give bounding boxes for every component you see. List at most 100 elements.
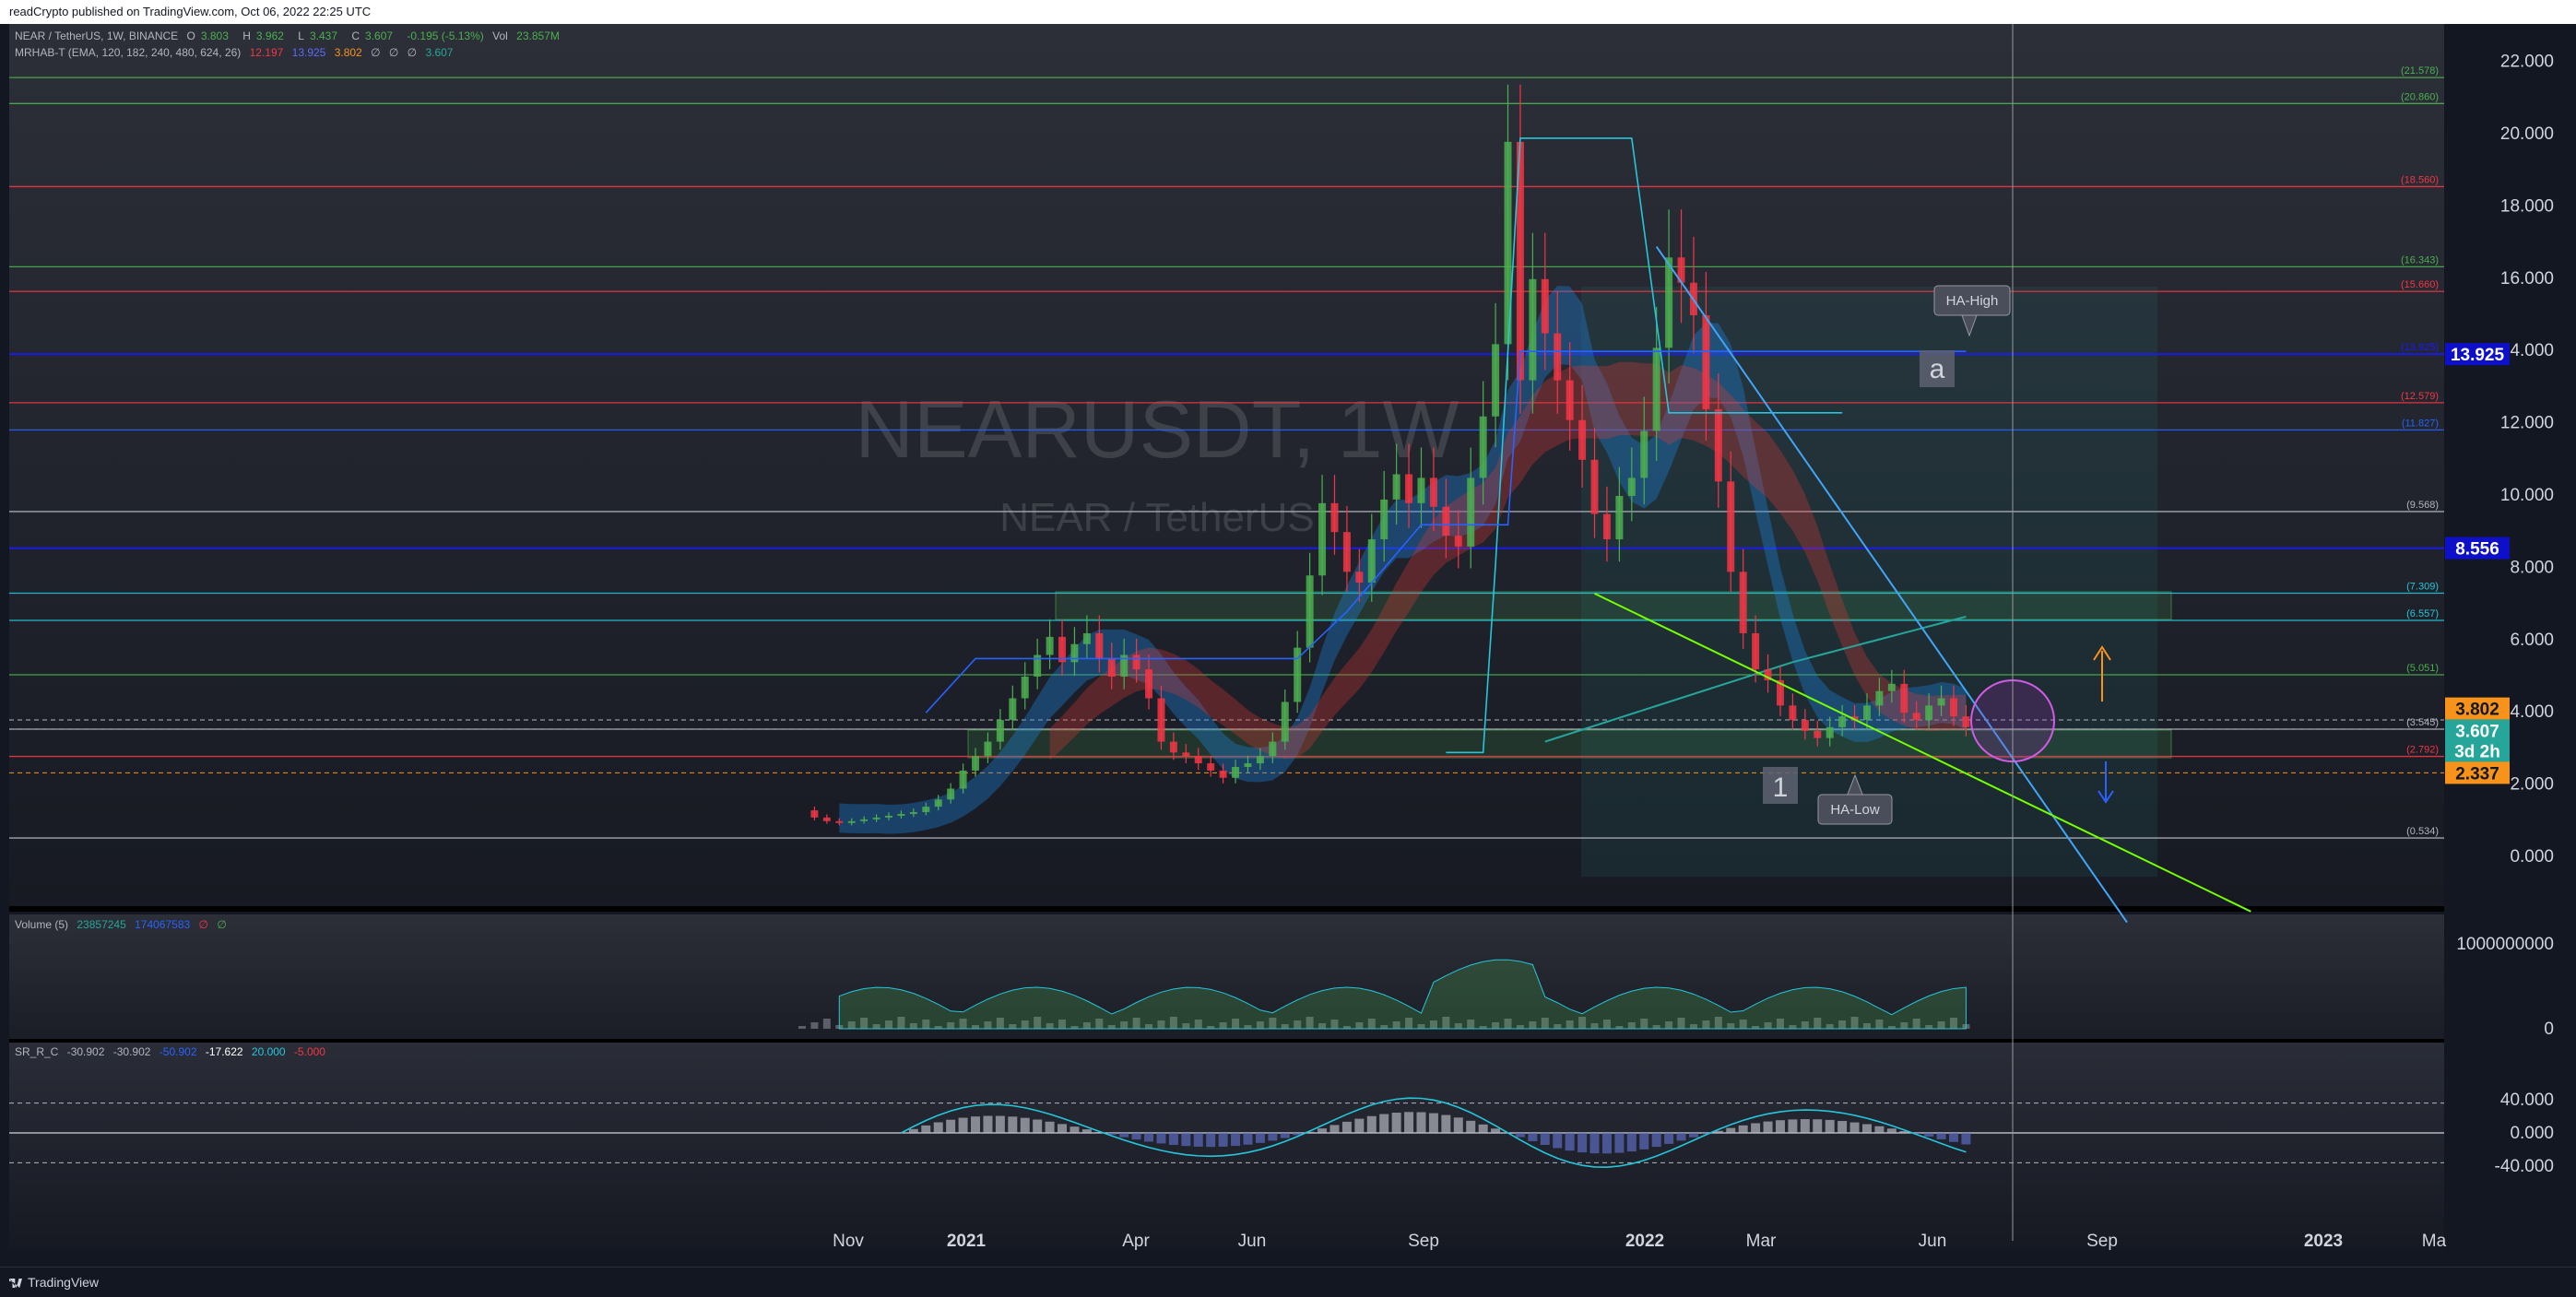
osc-histogram-bar	[1850, 1123, 1860, 1133]
time-tick-label: 2021	[947, 1232, 987, 1251]
volume-legend[interactable]: Volume (5) 23857245 174067583 ∅ ∅	[15, 918, 232, 931]
candle-body	[1343, 532, 1351, 572]
level-label: (6.557)	[2406, 608, 2439, 619]
osc-legend-v1: -30.902	[67, 1045, 105, 1058]
volume-legend-name: Volume (5)	[15, 918, 68, 931]
candle-body	[1282, 702, 1289, 741]
osc-histogram-bar	[1491, 1128, 1500, 1133]
candle-body	[1752, 633, 1759, 669]
osc-histogram-bar	[1639, 1133, 1648, 1150]
price-badge-label: 8.556	[2455, 540, 2499, 560]
candle-body	[897, 814, 904, 816]
candle-body	[1244, 763, 1251, 767]
level-label: (7.309)	[2406, 581, 2439, 592]
osc-histogram-bar	[1776, 1120, 1785, 1133]
osc-legend-v2: -30.902	[113, 1045, 151, 1058]
volume-bar	[823, 1019, 831, 1029]
indicator-value-3: 3.802	[335, 46, 362, 59]
candle-body	[1157, 699, 1164, 742]
level-label: (5.051)	[2406, 663, 2439, 674]
time-tick-label: Ma	[2422, 1232, 2447, 1251]
price-tick-label: 4.000	[2510, 702, 2554, 722]
osc-histogram-bar	[1566, 1133, 1575, 1150]
indicator-value-4: ∅	[371, 46, 380, 59]
osc-histogram-bar	[921, 1126, 930, 1133]
osc-histogram-bar	[1578, 1133, 1587, 1152]
legend-vol: Vol 23.857M	[492, 29, 565, 42]
osc-histogram-bar	[1837, 1121, 1847, 1133]
candle-body	[1220, 771, 1227, 778]
candle-body	[1950, 699, 1957, 717]
osc-histogram-bar	[1813, 1119, 1822, 1133]
price-badge-label: 3.802	[2455, 701, 2499, 720]
candle-body	[810, 810, 818, 818]
candle-body	[873, 818, 880, 819]
price-badge-label: 3d 2h	[2454, 743, 2500, 762]
candle-body	[1170, 742, 1177, 753]
osc-histogram-bar	[1664, 1133, 1673, 1144]
level-label: (20.860)	[2401, 91, 2439, 102]
label-1: 1	[1773, 772, 1789, 803]
candle-body	[1095, 633, 1103, 658]
osc-histogram-bar	[1021, 1118, 1030, 1133]
osc-histogram-bar	[1429, 1114, 1438, 1133]
osc-histogram-bar	[1156, 1133, 1165, 1143]
indicator-legend[interactable]: MRHAB-T (EMA, 120, 182, 240, 480, 624, 2…	[15, 46, 458, 59]
candle-body	[1814, 731, 1821, 738]
osc-histogram-bar	[959, 1118, 968, 1133]
label-a-box: a	[1920, 350, 1955, 387]
candle-body	[997, 720, 1004, 742]
level-label: (15.660)	[2401, 279, 2439, 290]
osc-histogram-bar	[1466, 1121, 1475, 1133]
price-tick-label: 22.000	[2500, 53, 2554, 72]
symbol-legend[interactable]: NEAR / TetherUS, 1W, BINANCE O3.803 H3.9…	[15, 29, 571, 42]
candle-body	[860, 819, 868, 821]
legend-change: -0.195 (-5.13%)	[407, 29, 483, 42]
level-label: (0.534)	[2406, 826, 2439, 837]
candle-body	[1542, 279, 1549, 334]
candle-body	[935, 799, 942, 807]
candle-body	[1455, 536, 1462, 547]
time-tick-label: Mar	[1746, 1232, 1777, 1251]
legend-l: L3.437	[298, 29, 343, 42]
candle-body	[885, 816, 892, 818]
level-label: (9.568)	[2406, 500, 2439, 511]
osc-histogram-bar	[1862, 1124, 1872, 1133]
candle-body	[1838, 716, 1846, 727]
candle-body	[1492, 344, 1499, 416]
price-badge-label: 3.607	[2455, 723, 2499, 742]
price-chart[interactable]: NEARUSDT, 1W NEAR / TetherUS (21.578)(20…	[0, 24, 2576, 1267]
ha-high-label: HA-High	[1946, 293, 1999, 309]
time-tick-label: Apr	[1122, 1232, 1150, 1251]
candle-body	[1145, 669, 1152, 698]
candle-body	[1405, 474, 1412, 502]
candle-body	[1715, 409, 1722, 481]
candle-body	[972, 756, 979, 771]
osc-histogram-bar	[1354, 1119, 1364, 1133]
candle-body	[1232, 767, 1239, 778]
candle-body	[1962, 716, 1969, 727]
volume-tick-label: 1000000000	[2456, 935, 2554, 954]
oscillator-legend[interactable]: SR_R_C -30.902 -30.902 -50.902 -17.622 2…	[15, 1045, 331, 1058]
candle-body	[1554, 334, 1561, 381]
osc-histogram-bar	[1874, 1126, 1884, 1133]
candle-body	[910, 812, 917, 814]
footer-bar[interactable]: TradingView	[0, 1267, 2576, 1296]
level-label: (21.578)	[2401, 65, 2439, 77]
candle-body	[960, 771, 967, 789]
price-tick-label: 12.000	[2500, 414, 2554, 433]
candle-body	[1355, 572, 1363, 583]
candle-body	[1182, 752, 1189, 756]
osc-histogram-bar	[1590, 1133, 1600, 1153]
osc-histogram-bar	[1614, 1133, 1624, 1153]
candle-body	[1578, 420, 1586, 460]
osc-histogram-bar	[1069, 1126, 1079, 1133]
candle-body	[1529, 279, 1536, 381]
time-tick-label: Sep	[1408, 1232, 1439, 1251]
osc-histogram-bar	[1528, 1133, 1537, 1141]
osc-histogram-bar	[1194, 1133, 1203, 1147]
candle-body	[1430, 478, 1437, 506]
candle-body	[1393, 474, 1400, 499]
indicator-value-6: ∅	[408, 46, 417, 59]
volume-bar	[798, 1026, 806, 1029]
